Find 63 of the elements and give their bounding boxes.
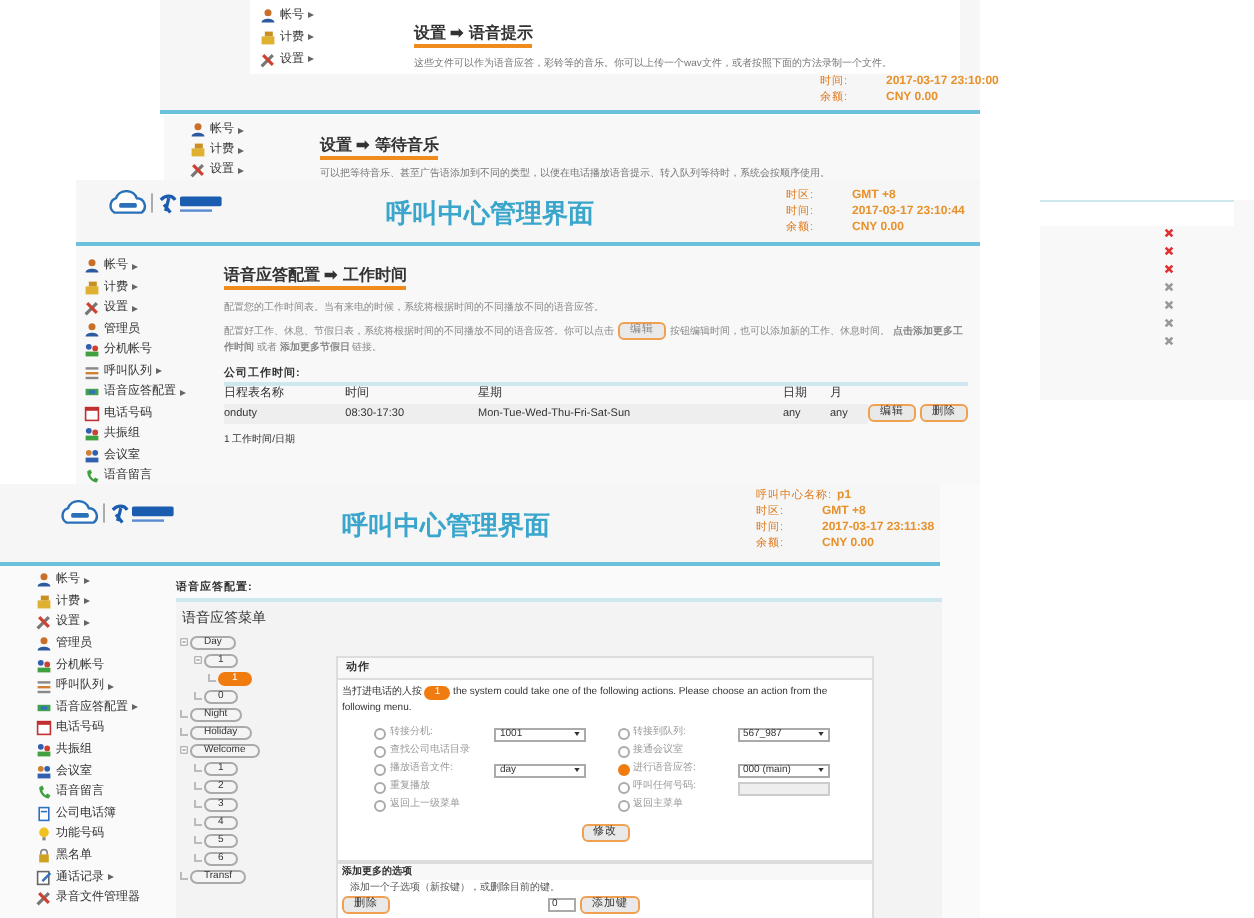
collapse-icon[interactable] bbox=[180, 638, 188, 646]
group-icon bbox=[84, 426, 100, 443]
radio-button[interactable] bbox=[617, 782, 629, 794]
page-title: 语音应答配置 ➡ 工作时间 bbox=[224, 266, 407, 290]
radio-button[interactable] bbox=[374, 800, 386, 812]
group-icon bbox=[36, 657, 52, 674]
group-icon bbox=[84, 447, 100, 464]
input-field[interactable] bbox=[737, 781, 829, 795]
radio-button[interactable] bbox=[374, 782, 386, 794]
dropdown-arrow-icon bbox=[817, 732, 823, 736]
group-icon bbox=[36, 763, 52, 780]
coins-icon bbox=[84, 279, 100, 296]
network-icon bbox=[84, 384, 100, 401]
delete-icon[interactable] bbox=[1164, 318, 1174, 328]
dropdown-arrow-icon bbox=[817, 768, 823, 772]
delete-icon[interactable] bbox=[1164, 246, 1174, 256]
radio-button[interactable] bbox=[374, 764, 386, 776]
notepad-icon bbox=[36, 869, 52, 886]
dropdown-arrow-icon bbox=[574, 768, 580, 772]
delete-icon[interactable] bbox=[1164, 300, 1174, 310]
group-icon bbox=[84, 342, 100, 359]
calendar-icon bbox=[84, 405, 100, 422]
phone-icon bbox=[36, 784, 52, 801]
page-title: 设置 ➡ 等待音乐 bbox=[320, 136, 439, 160]
list-icon bbox=[84, 363, 100, 380]
radio-button[interactable] bbox=[617, 746, 629, 758]
book-icon bbox=[36, 805, 52, 822]
tools-icon bbox=[260, 51, 276, 67]
delete-icon[interactable] bbox=[1164, 264, 1174, 274]
network-icon bbox=[36, 699, 52, 716]
tools-icon bbox=[36, 890, 52, 907]
page-title: 设置 ➡ 语音提示 bbox=[414, 24, 533, 48]
tools-icon bbox=[84, 300, 100, 317]
user-icon bbox=[36, 636, 52, 653]
radio-button[interactable] bbox=[617, 764, 629, 776]
coins-icon bbox=[36, 593, 52, 610]
tools-icon bbox=[190, 162, 206, 178]
user-icon bbox=[190, 122, 206, 138]
delete-icon[interactable] bbox=[1164, 228, 1174, 238]
header-title: 呼叫中心管理界面 bbox=[386, 196, 594, 232]
collapse-icon[interactable] bbox=[180, 746, 188, 754]
user-icon bbox=[84, 321, 100, 338]
user-icon bbox=[84, 258, 100, 275]
user-icon bbox=[36, 572, 52, 589]
header-title: 呼叫中心管理界面 bbox=[342, 508, 550, 544]
dropdown-arrow-icon bbox=[574, 732, 580, 736]
group-icon bbox=[36, 742, 52, 759]
radio-button[interactable] bbox=[617, 800, 629, 812]
delete-icon[interactable] bbox=[1164, 336, 1174, 346]
delete-icon[interactable] bbox=[1164, 282, 1174, 292]
phone-icon bbox=[84, 468, 100, 485]
radio-button[interactable] bbox=[374, 746, 386, 758]
coins-icon bbox=[190, 142, 206, 158]
calendar-icon bbox=[36, 720, 52, 737]
coins-icon bbox=[260, 29, 276, 45]
list-icon bbox=[36, 678, 52, 695]
user-icon bbox=[260, 7, 276, 23]
radio-button[interactable] bbox=[374, 728, 386, 740]
bulb-icon bbox=[36, 826, 52, 843]
tools-icon bbox=[36, 614, 52, 631]
collapse-icon[interactable] bbox=[194, 656, 202, 664]
radio-button[interactable] bbox=[617, 728, 629, 740]
lock-icon bbox=[36, 848, 52, 865]
